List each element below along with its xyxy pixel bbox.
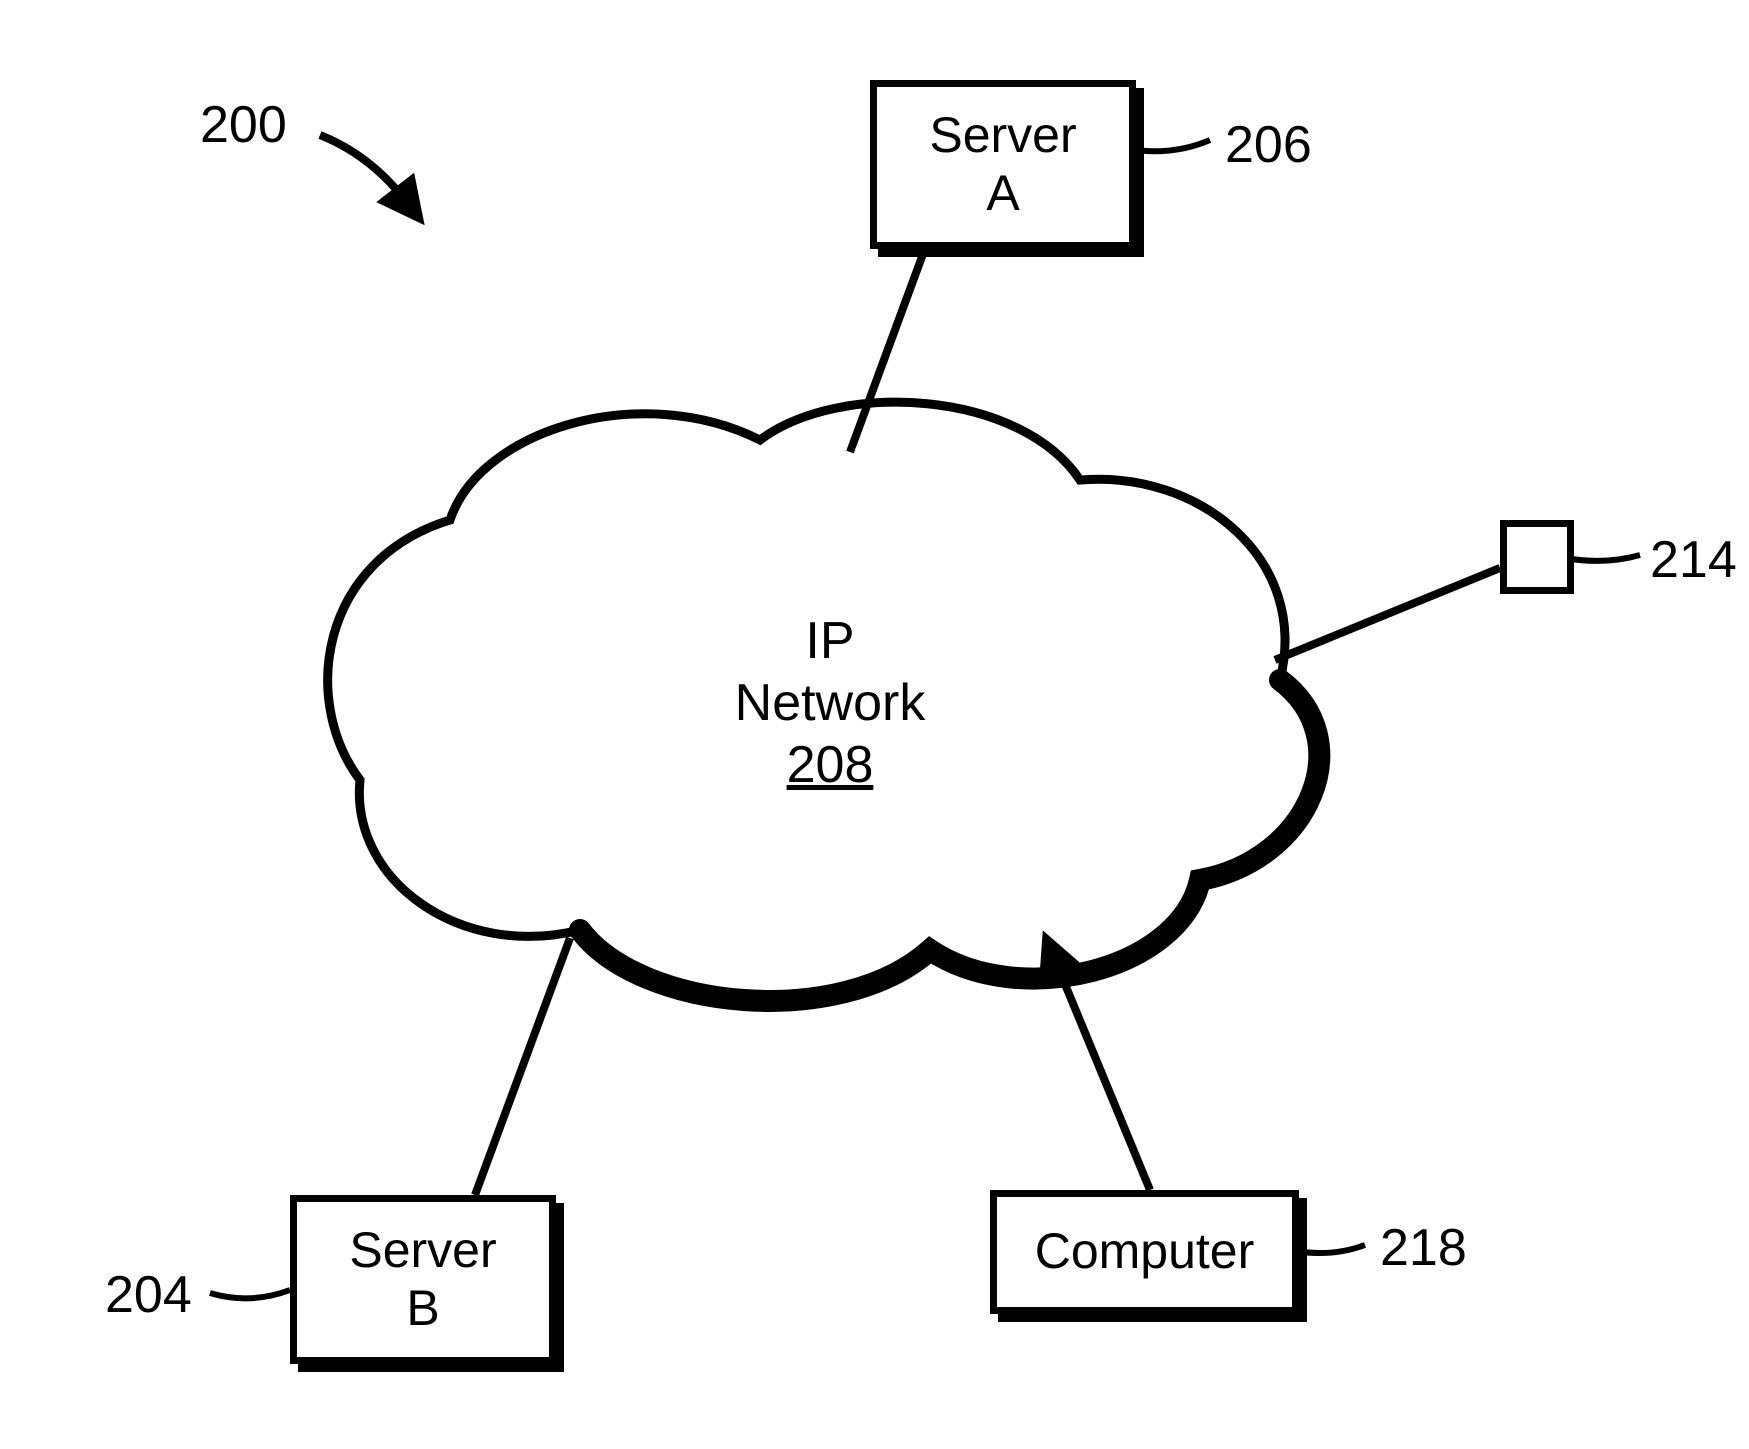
ref-200-label: 200 <box>200 95 287 155</box>
server-a-box: Server A <box>870 80 1136 249</box>
line-server-b <box>475 938 570 1195</box>
server-a-line1: Server <box>929 107 1076 165</box>
ref-206-label: 206 <box>1225 115 1312 175</box>
cloud-text: IP Network 208 <box>700 610 960 795</box>
ref-204-label: 204 <box>105 1265 192 1325</box>
server-b-box: Server B <box>290 1195 556 1364</box>
cloud-line1: IP <box>700 610 960 672</box>
computer-box: Computer <box>990 1190 1299 1314</box>
leader-214 <box>1565 555 1640 561</box>
ref-214-label: 214 <box>1650 530 1737 590</box>
leader-218 <box>1290 1245 1365 1253</box>
server-a-line2: A <box>929 165 1076 223</box>
line-server-a <box>850 235 930 452</box>
leader-204 <box>210 1290 290 1298</box>
line-node-214 <box>1275 568 1500 660</box>
server-b-line2: B <box>349 1280 496 1338</box>
ref-218-label: 218 <box>1380 1218 1467 1278</box>
server-b-line1: Server <box>349 1222 496 1280</box>
computer-label: Computer <box>1035 1223 1255 1281</box>
node-214-box <box>1500 520 1574 594</box>
diagram-canvas: 200 IP Network 208 Server A 206 214 Serv… <box>0 0 1749 1449</box>
cloud-ref: 208 <box>700 735 960 795</box>
leader-206 <box>1135 140 1210 151</box>
arrow-computer <box>1055 960 1150 1190</box>
arrow-ref-200 <box>320 135 405 200</box>
cloud-line2: Network <box>700 672 960 734</box>
